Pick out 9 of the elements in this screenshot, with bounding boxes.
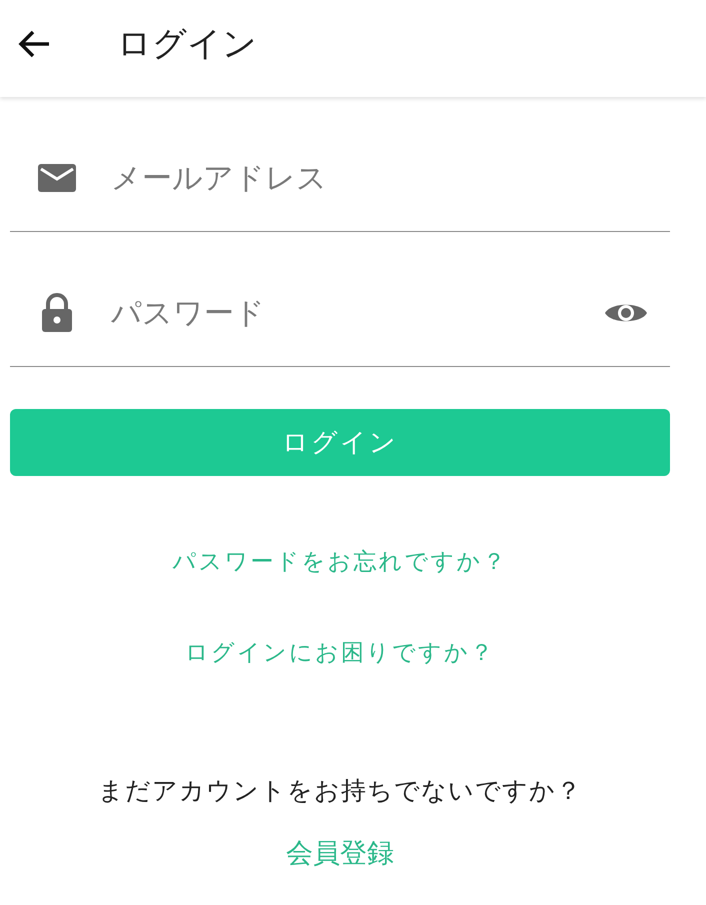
login-button[interactable]: ログイン (10, 409, 670, 476)
back-icon[interactable] (17, 28, 51, 58)
password-field[interactable]: パスワード (109, 294, 604, 332)
email-field[interactable]: メールアドレス (109, 160, 670, 196)
help-link[interactable]: ログインにお困りですか？ (185, 635, 495, 671)
signup-prompt: まだアカウントをお持ちでないですか？ (98, 775, 582, 807)
help-link[interactable]: パスワードをお忘れですか？ (172, 544, 508, 580)
signup-link[interactable]: 会員登録 (286, 836, 394, 872)
page-title: ログイン (117, 24, 257, 64)
